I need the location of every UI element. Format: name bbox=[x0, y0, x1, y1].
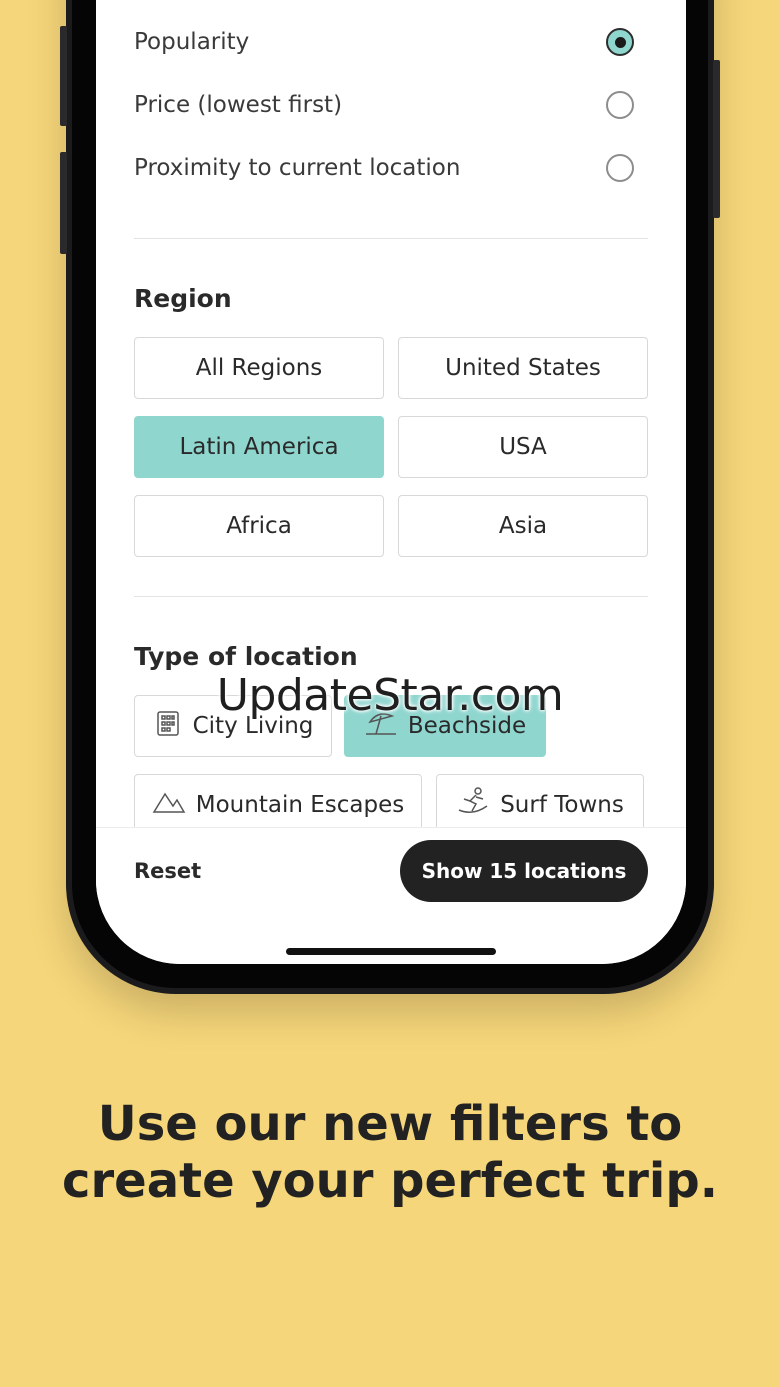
radio-button[interactable] bbox=[606, 91, 634, 119]
sort-option-price[interactable]: Price (lowest first) bbox=[134, 85, 634, 125]
phone-screen: Popularity Price (lowest first) Proximit… bbox=[96, 0, 686, 964]
chip-label: All Regions bbox=[195, 355, 323, 381]
region-chip-latin-america[interactable]: Latin America bbox=[134, 416, 384, 478]
chip-label: Surf Towns bbox=[500, 792, 624, 818]
watermark-text: UpdateStar.com bbox=[216, 670, 564, 721]
phone-side-button bbox=[60, 26, 67, 126]
caption-line: Use our new filters to bbox=[97, 1096, 683, 1152]
reset-button[interactable]: Reset bbox=[134, 859, 201, 883]
mountain-icon bbox=[152, 788, 186, 822]
show-locations-button[interactable]: Show 15 locations bbox=[400, 840, 648, 902]
location-type-title: Type of location bbox=[134, 642, 358, 671]
phone-power-button bbox=[713, 60, 720, 218]
radio-button[interactable] bbox=[606, 154, 634, 182]
phone-side-button bbox=[60, 152, 67, 254]
region-chip-united-states[interactable]: United States bbox=[398, 337, 648, 399]
filter-footer: Reset Show 15 locations bbox=[96, 827, 686, 964]
promo-caption: Use our new filters to create your perfe… bbox=[0, 1096, 780, 1210]
chip-label: United States bbox=[445, 355, 601, 381]
sort-option-popularity[interactable]: Popularity bbox=[134, 22, 634, 62]
divider bbox=[134, 596, 648, 597]
home-indicator bbox=[286, 948, 496, 955]
sort-option-label: Price (lowest first) bbox=[134, 92, 343, 118]
chip-label: USA bbox=[499, 434, 547, 460]
sort-option-label: Proximity to current location bbox=[134, 155, 461, 181]
region-chip-all-regions[interactable]: All Regions bbox=[134, 337, 384, 399]
chip-label: Africa bbox=[226, 513, 292, 539]
radio-button-selected[interactable] bbox=[606, 28, 634, 56]
sort-option-proximity[interactable]: Proximity to current location bbox=[134, 148, 634, 188]
sort-option-label: Popularity bbox=[134, 29, 250, 55]
chip-label: Latin America bbox=[179, 434, 339, 460]
divider bbox=[134, 238, 648, 239]
chip-label: Mountain Escapes bbox=[195, 792, 405, 818]
region-title: Region bbox=[134, 284, 232, 313]
caption-line: create your perfect trip. bbox=[62, 1153, 718, 1209]
region-chip-asia[interactable]: Asia bbox=[398, 495, 648, 557]
region-chip-africa[interactable]: Africa bbox=[134, 495, 384, 557]
surfer-icon bbox=[456, 786, 490, 824]
region-chip-usa[interactable]: USA bbox=[398, 416, 648, 478]
chip-label: Asia bbox=[498, 513, 548, 539]
